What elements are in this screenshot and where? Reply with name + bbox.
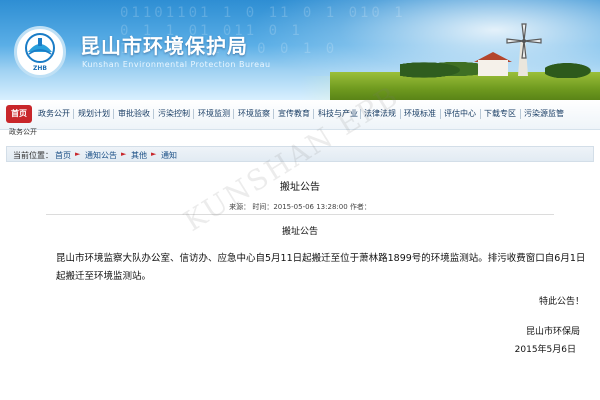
nav-item-env-monitoring[interactable]: 环境监测 (198, 108, 230, 119)
nav-separator (233, 109, 234, 119)
article-date: 2015年5月6日 (514, 345, 576, 355)
article-notice: 特此公告！ (538, 297, 584, 307)
subnav-gov-affairs[interactable]: 政务公开 (9, 127, 37, 137)
nav-separator (440, 109, 441, 119)
nav-separator (520, 109, 521, 119)
logo-label: ZHB (33, 65, 47, 72)
nav-item-pollution-control[interactable]: 污染控制 (158, 108, 190, 119)
nav-item-downloads[interactable]: 下载专区 (484, 108, 516, 119)
house (478, 60, 508, 76)
breadcrumb-arrow-icon: ► (121, 150, 127, 158)
breadcrumb-arrow-icon: ► (151, 150, 157, 158)
article-meta: 来源： 时间：2015-05-06 13:28:00 作者： (229, 203, 371, 211)
article: 搬址公告 来源： 时间：2015-05-06 13:28:00 作者： 搬址公告… (6, 164, 594, 400)
trees (400, 58, 480, 78)
site-subtitle: Kunshan Environmental Protection Bureau (82, 60, 271, 69)
breadcrumb-notices[interactable]: 通知公告 (85, 150, 117, 161)
nav-item-publicity[interactable]: 宣传教育 (278, 108, 310, 119)
nav-item-approval[interactable]: 审批验收 (118, 108, 150, 119)
nav-separator (480, 109, 481, 119)
article-title: 搬址公告 (280, 182, 320, 193)
nav-item-home[interactable]: 首页 (6, 105, 32, 123)
nav-separator (153, 109, 154, 119)
site-banner: 01101101 1 0 11 0 1 010 1 0 1 1 01 011 0… (0, 0, 600, 100)
nav-item-planning[interactable]: 规划计划 (78, 108, 110, 119)
article-signature: 昆山市环保局 (525, 327, 580, 337)
article-subtitle: 搬址公告 (281, 227, 318, 237)
breadcrumb-notice[interactable]: 通知 (161, 150, 177, 161)
nav-separator (193, 109, 194, 119)
nav-item-standards[interactable]: 环境标准 (404, 108, 436, 119)
nav-item-env-supervision[interactable]: 环境监察 (238, 108, 270, 119)
nav-separator (313, 109, 314, 119)
breadcrumb-prefix: 当前位置： (13, 151, 53, 160)
article-body: 昆山市环境监察大队办公室、信访办、应急中心自5月11日起搬迁至位于萧林路1899… (56, 253, 586, 282)
divider (46, 214, 554, 215)
nav-item-gov-affairs[interactable]: 政务公开 (38, 108, 70, 119)
nav-item-assessment[interactable]: 评估中心 (444, 108, 476, 119)
nav-separator (113, 109, 114, 119)
nav-separator (73, 109, 74, 119)
nav-item-pollution-source[interactable]: 污染源监管 (524, 108, 564, 119)
logo-emblem-icon (25, 33, 55, 63)
main-nav: 首页 政务公开 规划计划 审批验收 污染控制 环境监测 环境监察 宣传教育 科技… (0, 100, 600, 130)
nav-separator (273, 109, 274, 119)
breadcrumb-other[interactable]: 其他 (131, 150, 147, 161)
breadcrumb-arrow-icon: ► (75, 150, 81, 158)
bureau-logo[interactable]: ZHB (14, 26, 66, 78)
windmill-blades-icon (506, 23, 542, 59)
nav-separator (400, 109, 401, 119)
site-title[interactable]: 昆山市环境保护局 (80, 30, 248, 59)
trees (545, 60, 600, 78)
breadcrumb-home[interactable]: 首页 (55, 150, 71, 161)
